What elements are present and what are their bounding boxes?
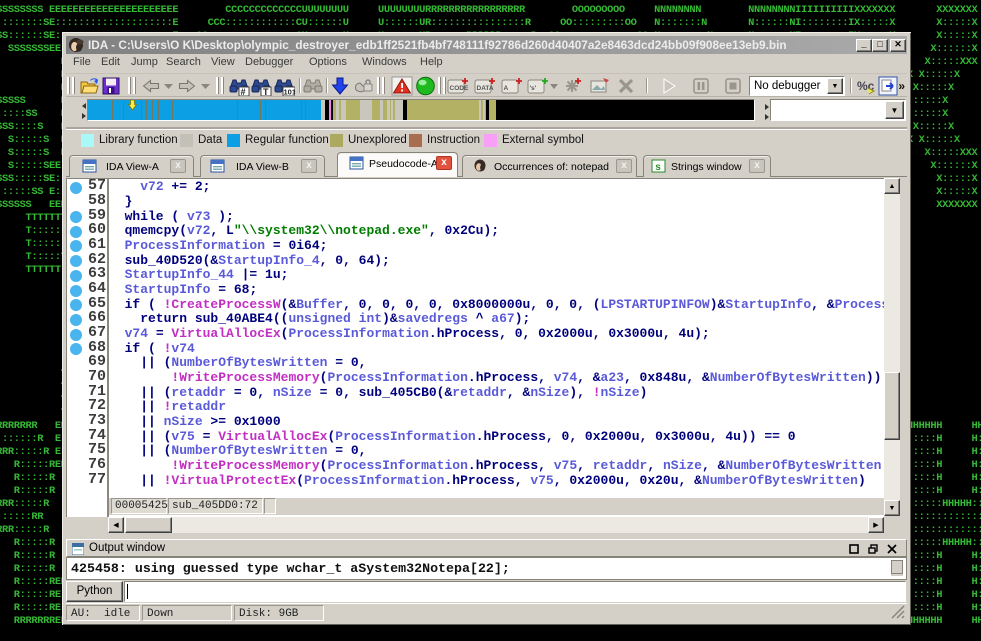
svg-text:CODE: CODE (450, 85, 469, 92)
svg-text:s: s (655, 163, 661, 174)
svg-text:T: T (263, 87, 269, 96)
svg-text:'s': 's' (530, 85, 537, 92)
svg-text:DATA: DATA (477, 85, 494, 92)
svg-text:#: # (241, 87, 246, 96)
svg-text:A: A (504, 85, 509, 92)
svg-text:101: 101 (284, 88, 296, 97)
